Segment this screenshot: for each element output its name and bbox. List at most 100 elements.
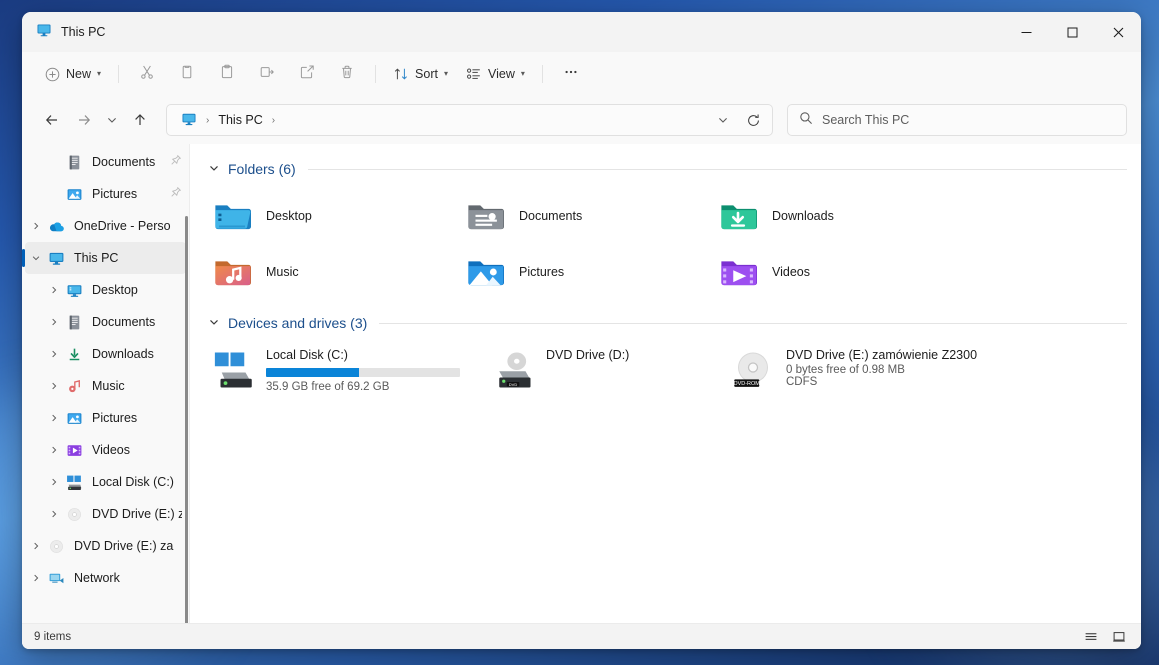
view-button-label: View xyxy=(487,67,515,81)
sidebar-item-videos[interactable]: Videos xyxy=(25,434,186,466)
desktop-icon xyxy=(65,282,83,299)
pictures-icon xyxy=(65,186,83,203)
sidebar-item-pictures[interactable]: Pictures xyxy=(25,178,186,210)
drive-info: DVD Drive (D:) xyxy=(546,346,629,362)
navigation-scrollbar[interactable] xyxy=(185,216,188,623)
sidebar-item-label: DVD Drive (E:) za xyxy=(74,539,174,553)
forward-button[interactable] xyxy=(68,104,100,136)
drive-tile[interactable]: Local Disk (C:) 35.9 GB free of 69.2 GB xyxy=(204,342,484,404)
sidebar-item-label: This PC xyxy=(74,251,119,265)
pin-icon[interactable] xyxy=(170,185,182,203)
file-list-pane[interactable]: Folders (6) Desktop Documents Downloads Mus… xyxy=(190,144,1141,623)
breadcrumb-item-this-pc[interactable] xyxy=(175,108,203,133)
sort-button-label: Sort xyxy=(415,67,438,81)
search-input[interactable] xyxy=(822,113,1115,127)
back-button[interactable] xyxy=(36,104,68,136)
sidebar-item-pictures[interactable]: Pictures xyxy=(25,402,186,434)
cut-button[interactable] xyxy=(128,58,166,90)
dvd-rom-disc-icon: DVD-ROM xyxy=(732,346,774,390)
chevron-right-icon[interactable] xyxy=(43,317,65,327)
chevron-right-icon[interactable] xyxy=(43,509,65,519)
chevron-down-icon[interactable] xyxy=(25,253,47,263)
sidebar-item-onedrive-perso[interactable]: OneDrive - Perso xyxy=(25,210,186,242)
sidebar-item-dvd-drive-e-z[interactable]: DVD Drive (E:) z xyxy=(25,498,186,530)
chevron-right-icon[interactable] xyxy=(43,381,65,391)
chevron-down-icon: ▾ xyxy=(443,69,448,78)
command-toolbar: New ▾ Sort ▾ View ▾ xyxy=(22,52,1141,96)
sidebar-item-this-pc[interactable]: This PC xyxy=(22,242,186,274)
sidebar-item-label: Pictures xyxy=(92,187,138,201)
folder-pictures-icon xyxy=(465,253,505,291)
sidebar-item-desktop[interactable]: Desktop xyxy=(25,274,186,306)
drives-group-header[interactable]: Devices and drives (3) xyxy=(208,308,1127,338)
navigation-list: Documents Pictures OneDrive - Perso This PC… xyxy=(22,146,190,594)
folders-group-header[interactable]: Folders (6) xyxy=(208,154,1127,184)
breadcrumb-bar[interactable]: › This PC › xyxy=(166,104,773,136)
rename-button[interactable] xyxy=(248,58,286,90)
sort-button[interactable]: Sort ▾ xyxy=(385,58,456,90)
pin-icon[interactable] xyxy=(170,153,182,171)
chevron-right-icon[interactable] xyxy=(25,573,47,583)
chevron-right-icon[interactable] xyxy=(43,413,65,423)
refresh-button[interactable] xyxy=(738,105,768,135)
drive-tile[interactable]: DVD-ROM DVD Drive (E:) zamówienie Z2300 0 … xyxy=(724,342,1044,404)
sidebar-item-local-disk-c[interactable]: Local Disk (C:) xyxy=(25,466,186,498)
window-controls xyxy=(1003,12,1141,52)
group-rule xyxy=(307,168,1127,170)
window-tab[interactable]: This PC xyxy=(22,22,105,43)
large-icons-view-icon[interactable] xyxy=(1107,627,1131,647)
folder-tile[interactable]: Documents xyxy=(457,188,710,244)
search-box[interactable] xyxy=(787,104,1127,136)
new-button[interactable]: New ▾ xyxy=(36,58,109,90)
new-button-label: New xyxy=(66,67,92,81)
copy-button[interactable] xyxy=(168,58,206,90)
breadcrumb-item-label[interactable]: This PC xyxy=(212,110,268,130)
chevron-right-icon[interactable] xyxy=(43,477,65,487)
drive-tile[interactable]: DVD DVD Drive (D:) xyxy=(484,342,724,404)
paste-button[interactable] xyxy=(208,58,246,90)
view-button[interactable]: View ▾ xyxy=(458,58,533,90)
see-more-button[interactable] xyxy=(552,58,590,90)
search-icon xyxy=(799,111,813,130)
sidebar-item-network[interactable]: Network xyxy=(25,562,186,594)
sidebar-item-downloads[interactable]: Downloads xyxy=(25,338,186,370)
delete-button[interactable] xyxy=(328,58,366,90)
previous-locations-button[interactable] xyxy=(710,107,736,133)
folder-desktop-icon xyxy=(212,197,252,235)
folder-name: Downloads xyxy=(772,209,834,223)
chevron-right-icon[interactable] xyxy=(43,349,65,359)
dvd-icon xyxy=(47,538,65,555)
windows-harddisk-icon xyxy=(212,346,254,390)
recent-locations-button[interactable] xyxy=(100,104,124,136)
navigation-pane[interactable]: Documents Pictures OneDrive - Perso This PC… xyxy=(22,144,190,623)
folder-tile[interactable]: Pictures xyxy=(457,244,710,300)
maximize-button[interactable] xyxy=(1049,12,1095,52)
folder-name: Documents xyxy=(519,209,583,223)
chevron-right-icon[interactable] xyxy=(25,221,47,231)
folder-documents-icon xyxy=(465,197,505,235)
minimize-button[interactable] xyxy=(1003,12,1049,52)
sidebar-item-documents[interactable]: Documents xyxy=(25,306,186,338)
close-button[interactable] xyxy=(1095,12,1141,52)
sidebar-item-dvd-drive-e-za[interactable]: DVD Drive (E:) za xyxy=(25,530,186,562)
sidebar-item-label: Documents xyxy=(92,155,156,169)
sidebar-item-music[interactable]: Music xyxy=(25,370,186,402)
share-button[interactable] xyxy=(288,58,326,90)
up-button[interactable] xyxy=(124,104,156,136)
folder-tile[interactable]: Desktop xyxy=(204,188,457,244)
sidebar-item-label: Downloads xyxy=(92,347,154,361)
drive-name: DVD Drive (E:) zamówienie Z2300 xyxy=(786,348,978,362)
folder-tile[interactable]: Videos xyxy=(710,244,963,300)
chevron-right-icon[interactable] xyxy=(25,541,47,551)
chevron-right-icon[interactable] xyxy=(43,285,65,295)
sidebar-item-documents[interactable]: Documents xyxy=(25,146,186,178)
dvd-icon xyxy=(65,506,83,523)
details-view-icon[interactable] xyxy=(1079,627,1103,647)
title-bar: This PC xyxy=(22,12,1141,52)
address-bar: › This PC › xyxy=(22,96,1141,144)
folder-tile[interactable]: Downloads xyxy=(710,188,963,244)
drives-group-title: Devices and drives (3) xyxy=(228,315,368,331)
chevron-right-icon[interactable] xyxy=(43,445,65,455)
folder-tile[interactable]: Music xyxy=(204,244,457,300)
drive-info: Local Disk (C:) 35.9 GB free of 69.2 GB xyxy=(266,346,460,393)
